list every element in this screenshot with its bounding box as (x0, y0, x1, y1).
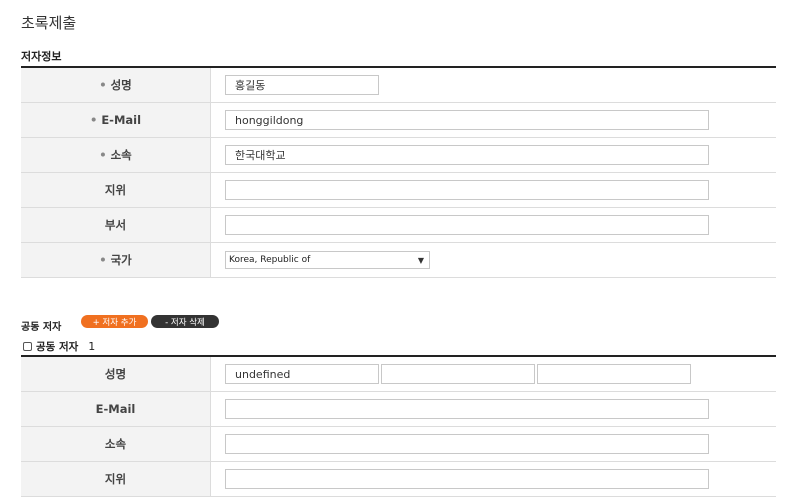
row-country: • 국가 Korea, Republic of ▼ (21, 243, 776, 278)
add-author-button[interactable]: + 저자 추가 (81, 315, 148, 328)
required-mark: • (99, 148, 107, 162)
page-title: 초록제출 (21, 14, 77, 32)
label-coauthor-name: 성명 (21, 357, 211, 391)
label-department: 부서 (21, 208, 211, 242)
row-name: • 성명 (21, 68, 776, 103)
coauthor-affiliation-input[interactable] (225, 434, 709, 454)
coauthor-checkbox-label: 공동 저자 (36, 341, 79, 353)
coauthor-name-input-3[interactable] (537, 364, 691, 384)
name-input[interactable] (225, 75, 379, 95)
row-department: 부서 (21, 208, 776, 243)
position-input[interactable] (225, 180, 709, 200)
label-affiliation: • 소속 (21, 138, 211, 172)
row-coauthor-name: 성명 (21, 357, 776, 392)
coauthor-index: 1 (88, 340, 96, 353)
country-select-value: Korea, Republic of (229, 255, 311, 265)
label-coauthor-email: E-Mail (21, 392, 211, 426)
label-position: 지위 (21, 173, 211, 207)
chevron-down-icon: ▼ (417, 255, 424, 265)
required-mark: • (99, 78, 107, 92)
row-coauthor-position: 지위 (21, 462, 776, 497)
country-select[interactable]: Korea, Republic of ▼ (225, 251, 430, 269)
row-affiliation: • 소속 (21, 138, 776, 173)
coauthor-email-input[interactable] (225, 399, 709, 419)
label-coauthor-affiliation: 소속 (21, 427, 211, 461)
label-email: • E-Mail (21, 103, 211, 137)
author-section-title: 저자정보 (21, 50, 62, 63)
department-input[interactable] (225, 215, 709, 235)
email-input[interactable] (225, 110, 709, 130)
coauthor-name-input-1[interactable] (225, 364, 379, 384)
affiliation-input[interactable] (225, 145, 709, 165)
row-coauthor-email: E-Mail (21, 392, 776, 427)
required-mark: • (89, 113, 98, 127)
coauthor-position-input[interactable] (225, 469, 709, 489)
row-email: • E-Mail (21, 103, 776, 138)
row-position: 지위 (21, 173, 776, 208)
label-country: • 국가 (21, 243, 211, 277)
coauthor-table: 성명 E-Mail 소속 지위 (21, 355, 776, 497)
required-mark: • (99, 253, 107, 267)
coauthor-name-input-2[interactable] (381, 364, 535, 384)
coauthor-checkbox[interactable] (23, 342, 32, 351)
label-coauthor-position: 지위 (21, 462, 211, 496)
delete-author-button[interactable]: - 저자 삭제 (151, 315, 219, 328)
label-name: • 성명 (21, 68, 211, 102)
row-coauthor-affiliation: 소속 (21, 427, 776, 462)
coauthor-section-title: 공동 저자 (21, 322, 62, 333)
author-info-table: •성명 •E-Mail •소속 지위 부서 •국가 Korea, Republi… (21, 66, 776, 278)
coauthor-checkbox-row: 공동 저자 1 (23, 339, 95, 354)
